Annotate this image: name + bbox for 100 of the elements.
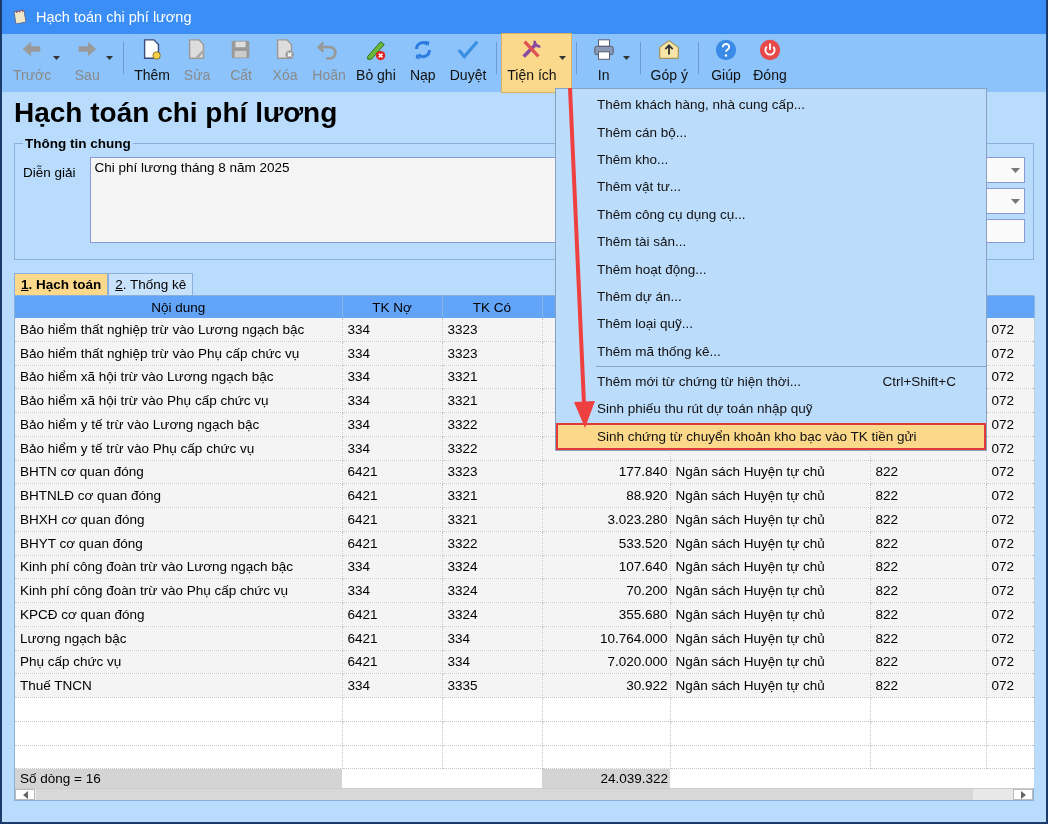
table-cell: 177.840 (542, 460, 670, 484)
table-cell: Phụ cấp chức vụ (15, 650, 342, 674)
table-cell: Bảo hiểm xã hội trừ vào Lương ngạch bậc (15, 365, 342, 389)
menu-item[interactable]: Thêm hoạt động... (556, 255, 986, 283)
table-cell: 334 (342, 365, 442, 389)
field-label: Diễn giải (23, 164, 76, 182)
column-header[interactable]: TK Có (442, 296, 542, 318)
toolbar-button[interactable]: Thêm (129, 34, 176, 92)
table-cell: 334 (342, 555, 442, 579)
table-cell: 6421 (342, 507, 442, 532)
table-cell: 3322 (442, 412, 542, 437)
table-cell: 107.640 (542, 555, 670, 579)
table-cell: Bảo hiểm thất nghiệp trừ vào Phụ cấp chức vụ (15, 341, 342, 365)
table-cell: 822 (870, 626, 986, 650)
table-cell: KPCĐ cơ quan đóng (15, 602, 342, 627)
table-cell: 822 (870, 460, 986, 484)
table-cell: 3324 (442, 602, 542, 627)
table-cell: 334 (342, 388, 442, 413)
table-cell: 3323 (442, 341, 542, 365)
table-cell: BHTNLĐ cơ quan đóng (15, 483, 342, 508)
column-header[interactable]: Nội dung (15, 296, 342, 318)
table-cell: Ngân sách Huyện tự chủ (670, 507, 870, 532)
table-cell: 3323 (442, 318, 542, 342)
table-cell: 822 (870, 507, 986, 532)
table-cell: 3324 (442, 555, 542, 579)
row-count: Số dòng = 16 (15, 768, 342, 789)
toolbar-button[interactable]: Bỏ ghi (351, 34, 401, 92)
table-cell: 3335 (442, 673, 542, 698)
table-cell: 3322 (442, 531, 542, 555)
table-cell: Ngân sách Huyện tự chủ (670, 555, 870, 579)
table-cell: 822 (870, 578, 986, 603)
menu-item[interactable]: Thêm dự án... (556, 282, 986, 311)
table-cell: Kinh phí công đoàn trừ vào Phụ cấp chức vụ (15, 578, 342, 603)
table-cell: 10.764.000 (542, 626, 670, 650)
table-cell: 70.200 (542, 578, 670, 603)
tab[interactable]: 1. Hạch toán (14, 273, 109, 295)
table-cell: Ngân sách Huyện tự chủ (670, 578, 870, 603)
table-cell: Thuế TNCN (15, 673, 342, 698)
table-cell: 3322 (442, 436, 542, 460)
table-cell: Ngân sách Huyện tự chủ (670, 673, 870, 698)
menu-item[interactable]: Thêm khách hàng, nhà cung cấp... (556, 91, 986, 119)
table-cell: Bảo hiểm xã hội trừ vào Phụ cấp chức vụ (15, 388, 342, 413)
table-cell: 3321 (442, 507, 542, 532)
table-cell: 88.920 (542, 483, 670, 508)
table-cell: 3323 (442, 460, 542, 484)
menu-item[interactable]: Thêm cán bộ... (556, 118, 986, 146)
table-cell: 822 (870, 531, 986, 555)
table-cell: 355.680 (542, 602, 670, 627)
table-cell: 3321 (442, 388, 542, 413)
table-cell: Bảo hiểm thất nghiệp trừ vào Lương ngạch bậc (15, 318, 342, 342)
table-cell: Lương ngạch bậc (15, 626, 342, 650)
table-cell: 6421 (342, 531, 442, 555)
table-cell: BHTN cơ quan đóng (15, 460, 342, 484)
table-cell: 334 (342, 412, 442, 437)
table-cell: 6421 (342, 460, 442, 484)
table-cell: 822 (870, 650, 986, 674)
table-cell: 334 (342, 673, 442, 698)
table-cell: BHXH cơ quan đóng (15, 507, 342, 532)
page-title: Hạch toán chi phí lương (14, 96, 338, 130)
group-title: Thông tin chung (24, 136, 132, 151)
toolbar-button[interactable]: Nạp (400, 34, 445, 92)
table-cell: 3324 (442, 578, 542, 603)
table-cell: Ngân sách Huyện tự chủ (670, 626, 870, 650)
table-cell: Ngân sách Huyện tự chủ (670, 650, 870, 674)
table-cell: BHYT cơ quan đóng (15, 531, 342, 555)
table-cell: 334 (442, 650, 542, 674)
toolbar-button[interactable]: Góp ý (645, 34, 693, 92)
table-cell: 7.020.000 (542, 650, 670, 674)
tab[interactable]: 2. Thống kê (108, 273, 194, 295)
toolbar-button[interactable]: Duyệt (444, 34, 492, 92)
window-title: Hạch toán chi phí lương (36, 9, 192, 25)
table-cell: 6421 (342, 602, 442, 627)
table-cell: 822 (870, 483, 986, 508)
table-cell: 822 (870, 555, 986, 579)
table-cell: 822 (870, 602, 986, 627)
table-cell: Ngân sách Huyện tự chủ (670, 602, 870, 627)
table-cell: Bảo hiểm y tế trừ vào Lương ngạch bậc (15, 412, 342, 437)
table-cell: Kinh phí công đoàn trừ vào Lương ngạch bậc (15, 555, 342, 579)
menu-item[interactable]: Thêm loại quỹ... (556, 310, 986, 338)
table-cell: 334 (342, 578, 442, 603)
toolbar-button[interactable]: Tiện ích (502, 34, 571, 92)
table-cell: 334 (342, 341, 442, 365)
table-cell: 822 (870, 673, 986, 698)
column-header[interactable]: TK Nợ (342, 296, 442, 318)
table-cell: Ngân sách Huyện tự chủ (670, 460, 870, 484)
table-cell: 334 (342, 436, 442, 460)
table-cell: Bảo hiểm y tế trừ vào Phụ cấp chức vụ (15, 436, 342, 460)
menu-item[interactable]: Sinh chứng từ chuyển khoản kho bạc vào TK tiền gửi (556, 422, 986, 451)
table-cell: Ngân sách Huyện tự chủ (670, 531, 870, 555)
table-cell: Ngân sách Huyện tự chủ (670, 483, 870, 508)
table-cell: 6421 (342, 650, 442, 674)
table-cell: 3321 (442, 483, 542, 508)
table-cell: 334 (342, 318, 442, 342)
menu-item[interactable]: Sinh phiếu thu rút dự toán nhập quỹ (556, 395, 986, 423)
table-cell: 6421 (342, 626, 442, 650)
table-cell: 533.520 (542, 531, 670, 555)
menu-item[interactable]: Thêm mã thống kê... (556, 337, 986, 365)
table-cell: 072 (986, 460, 1034, 484)
table-cell: 072 (986, 555, 1034, 579)
menu-item[interactable]: Thêm mới từ chứng từ hiện thời... Ctrl+Shift+C (556, 367, 986, 396)
